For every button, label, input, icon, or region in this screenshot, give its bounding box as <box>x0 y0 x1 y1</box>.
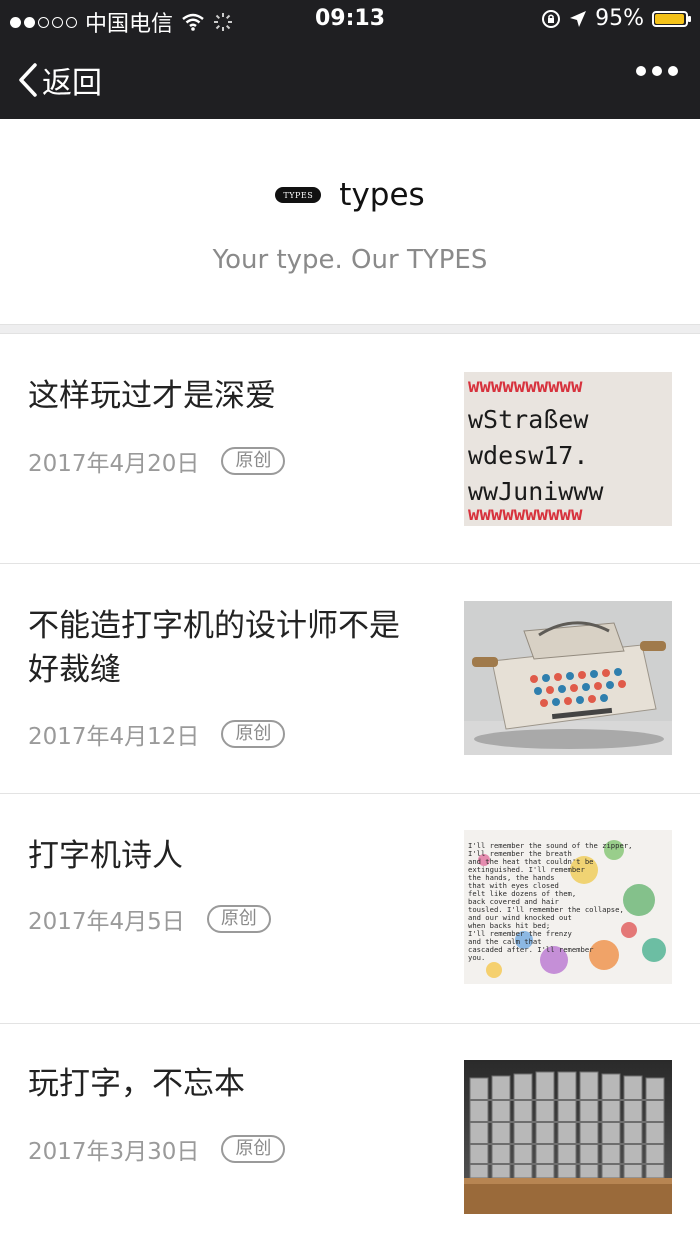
article-item[interactable]: 打字机诗人 2017年4月5日 原创 I'll remember the sou… <box>0 794 700 1024</box>
rotation-lock-icon <box>542 9 561 28</box>
article-title: 不能造打字机的设计师不是好裁缝 <box>28 608 400 688</box>
original-badge: 原创 <box>221 1135 286 1163</box>
original-badge: 原创 <box>221 720 286 748</box>
article-meta: 2017年4月5日 原创 <box>28 902 271 936</box>
battery-percent: 95% <box>595 6 644 31</box>
article-thumbnail: wwwwwwwwww wwwwwwwwww wStraßew wdesw17. … <box>464 372 672 526</box>
article-item[interactable]: 玩打字，不忘本 2017年3月30日 原创 <box>0 1024 700 1246</box>
back-label: 返回 <box>42 66 102 101</box>
location-arrow-icon <box>570 10 587 27</box>
article-title: 这样玩过才是深爱 <box>28 378 276 414</box>
thumb1-line: wwwwwwwwww <box>468 503 583 525</box>
more-dot-icon <box>636 66 646 76</box>
article-meta: 2017年4月12日 原创 <box>28 717 286 751</box>
back-button[interactable]: 返回 <box>18 58 102 102</box>
top-bar: 中国电信 09:13 95% 返回 <box>0 0 700 119</box>
article-date: 2017年4月5日 <box>28 909 185 935</box>
section-divider <box>0 324 700 334</box>
thumb3-line: you. <box>468 953 485 962</box>
original-badge: 原创 <box>221 447 286 475</box>
article-thumbnail <box>464 601 672 755</box>
article-thumbnail: I'll remember the sound of the zipper, I… <box>464 830 672 984</box>
chevron-left-icon <box>19 63 37 97</box>
article-thumbnail <box>464 1060 672 1214</box>
battery-icon <box>652 10 691 27</box>
article-title: 玩打字，不忘本 <box>28 1066 245 1102</box>
account-header: TYPES types Your type. Our TYPES <box>0 119 700 324</box>
article-list: 这样玩过才是深爱 2017年4月20日 原创 wwwwwwwwww wwwwww… <box>0 334 700 1246</box>
account-logo: TYPES <box>275 187 322 203</box>
article-title: 打字机诗人 <box>28 838 183 874</box>
article-date: 2017年4月12日 <box>28 724 200 750</box>
article-item[interactable]: 这样玩过才是深爱 2017年4月20日 原创 wwwwwwwwww wwwwww… <box>0 334 700 564</box>
thumb1-line: wwwwwwwwww <box>468 375 583 397</box>
article-meta: 2017年3月30日 原创 <box>28 1132 286 1166</box>
thumb3-line: cascaded after. I'll remember <box>468 945 594 954</box>
more-options-button[interactable] <box>636 66 678 76</box>
status-bar: 中国电信 09:13 95% <box>0 0 700 38</box>
thumb1-line: wStraßew <box>468 405 589 434</box>
thumb1-line: wdesw17. <box>468 441 588 470</box>
thumb1-line: wwJuniwww <box>468 477 604 506</box>
account-name: types <box>339 177 425 213</box>
article-date: 2017年4月20日 <box>28 451 200 477</box>
account-brand[interactable]: TYPES types <box>0 177 700 213</box>
more-dot-icon <box>668 66 678 76</box>
original-badge: 原创 <box>206 905 271 933</box>
account-tagline: Your type. Our TYPES <box>212 245 488 275</box>
article-date: 2017年3月30日 <box>28 1139 200 1165</box>
more-dot-icon <box>652 66 662 76</box>
article-meta: 2017年4月20日 原创 <box>28 444 286 478</box>
navigation-bar: 返回 <box>0 52 700 108</box>
article-item[interactable]: 不能造打字机的设计师不是好裁缝 2017年4月12日 原创 <box>0 564 700 794</box>
